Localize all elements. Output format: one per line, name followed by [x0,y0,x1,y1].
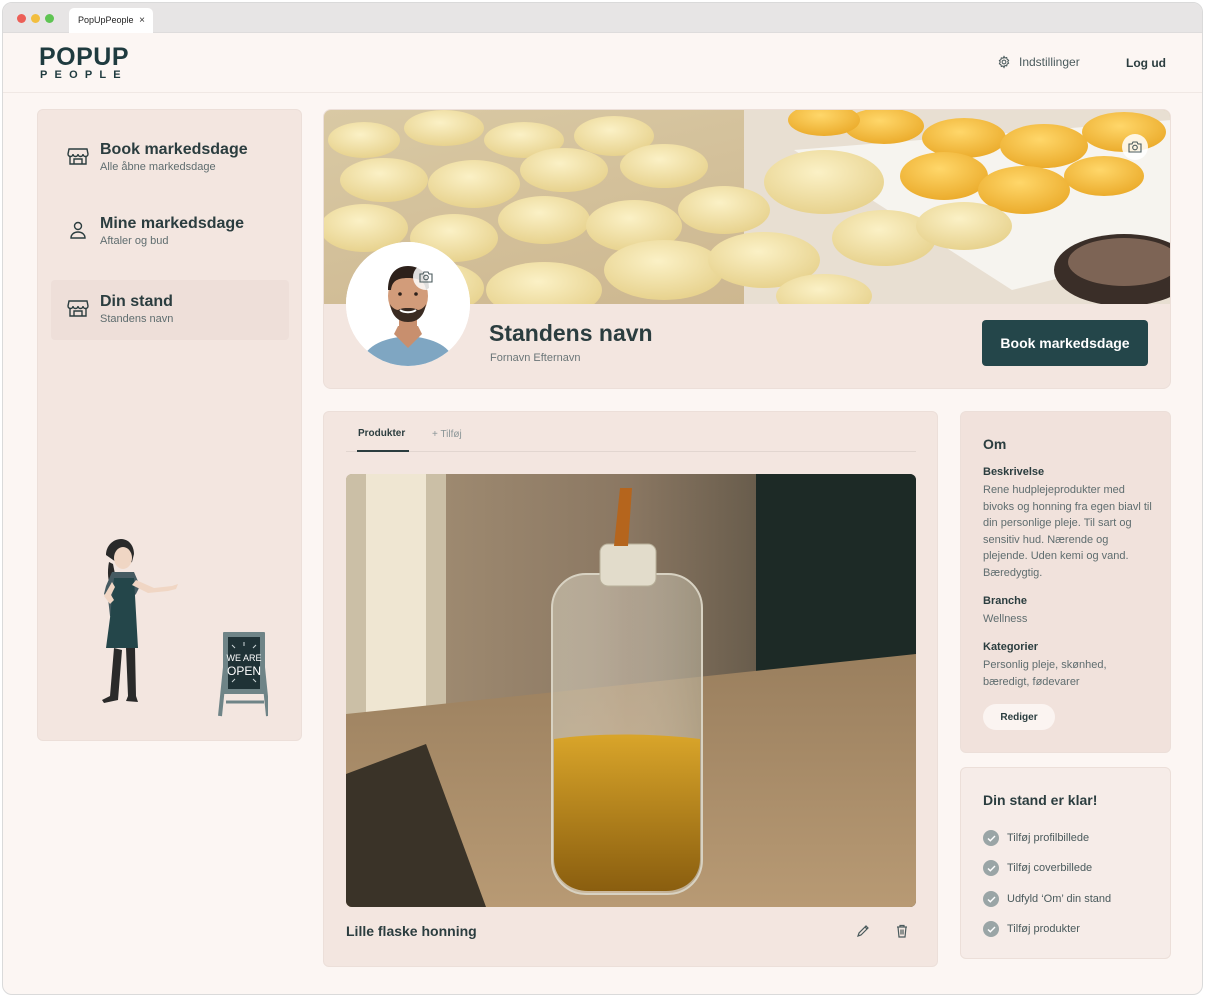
honey-bottle-photo [346,474,916,907]
sidebar-item-subtitle: Standens navn [100,313,174,325]
avatar[interactable] [346,242,470,366]
sidebar-item-book-markedsdage[interactable]: Book markedsdage Alle åbne markedsdage [51,128,289,188]
logo[interactable]: POPUP PEOPLE [39,45,129,82]
check-icon [983,891,999,907]
product-image[interactable] [346,474,916,907]
avatar-photo [346,242,470,366]
branche-label: Branche [983,595,1028,607]
sidebar: Book markedsdage Alle åbne markedsdage M… [37,109,302,741]
shopkeeper-illustration: WE ARE OPEN [102,539,268,717]
about-card: Om Beskrivelse Rene hudplejeprodukter me… [960,411,1171,753]
checklist-item-label: Tilføj produkter [1007,923,1080,935]
sidebar-item-title: Din stand [100,293,173,310]
profile-card: Standens navn Fornavn Efternavn Book mar… [323,109,1171,389]
checklist-item[interactable]: Udfyld ‘Om’ din stand [983,891,1111,907]
checklist-card: Din stand er klar! Tilføj profilbillede … [960,767,1171,959]
maximize-window-button[interactable] [45,14,54,23]
about-title: Om [983,436,1007,452]
tab-produkter[interactable]: Produkter [358,428,405,439]
browser-window: PopUpPeople × POPUP PEOPLE Indstillinger… [2,2,1203,995]
check-icon [983,830,999,846]
camera-icon [419,271,433,283]
checklist-item[interactable]: Tilføj profilbillede [983,830,1089,846]
checklist-item-label: Tilføj coverbillede [1007,862,1093,874]
browser-tab-title: PopUpPeople [78,15,134,25]
products-tabs: Produkter + Tilføj [346,424,916,452]
cover-camera-button[interactable] [1122,134,1148,160]
products-card: Produkter + Tilføj Lille flaske honning [323,411,938,967]
browser-tab[interactable]: PopUpPeople × [69,8,153,33]
description-label: Beskrivelse [983,466,1045,478]
stand-name: Standens navn [489,320,653,346]
logo-bottom-text: PEOPLE [40,69,128,81]
tab-add-product[interactable]: + Tilføj [432,429,462,440]
person-icon [70,221,86,239]
product-name: Lille flaske honning [346,923,477,939]
sidebar-item-title: Book markedsdage [100,141,248,158]
logo-top-text: POPUP [39,43,130,71]
store-icon [67,148,89,165]
browser-chrome: PopUpPeople × [3,3,1202,33]
sign-line2: OPEN [227,664,261,678]
settings-link[interactable]: Indstillinger [997,55,1080,69]
rediger-button[interactable]: Rediger [983,704,1055,730]
sidebar-item-subtitle: Aftaler og bud [100,235,169,247]
tab-active-underline [357,450,409,452]
settings-label: Indstillinger [1019,55,1080,69]
store-icon [67,300,89,317]
sidebar-item-mine-markedsdage[interactable]: Mine markedsdage Aftaler og bud [51,202,289,262]
description-text: Rene hudplejeprodukter med bivoks og hon… [983,484,1152,579]
sidebar-item-title: Mine markedsdage [100,215,245,232]
owner-name: Fornavn Efternavn [490,352,581,364]
checklist-item[interactable]: Tilføj produkter [983,921,1080,937]
sign-line1: WE ARE [226,653,261,663]
gear-icon [998,55,1010,69]
check-icon [983,921,999,937]
minimize-window-button[interactable] [31,14,40,23]
trash-icon[interactable] [895,924,909,938]
app-header: POPUP PEOPLE Indstillinger Log ud [3,33,1202,93]
close-window-button[interactable] [17,14,26,23]
checklist-item-label: Tilføj profilbillede [1007,832,1090,844]
logout-link[interactable]: Log ud [1126,56,1166,70]
pencil-icon[interactable] [856,924,870,938]
branche-text: Wellness [983,613,1028,625]
camera-icon [1128,141,1142,153]
kategorier-label: Kategorier [983,641,1039,653]
check-icon [983,860,999,876]
sidebar-item-subtitle: Alle åbne markedsdage [100,161,216,173]
book-markedsdage-button[interactable]: Book markedsdage [982,320,1148,366]
checklist-item-label: Udfyld ‘Om’ din stand [1007,893,1112,905]
checklist-title: Din stand er klar! [983,792,1098,808]
sidebar-item-din-stand[interactable]: Din stand Standens navn [51,280,289,340]
checklist-item[interactable]: Tilføj coverbillede [983,860,1092,876]
tab-close-icon[interactable]: × [139,8,145,33]
avatar-camera-button[interactable] [413,264,439,290]
kategorier-text: Personlig pleje, skønhed, bæredigt, føde… [983,659,1107,688]
